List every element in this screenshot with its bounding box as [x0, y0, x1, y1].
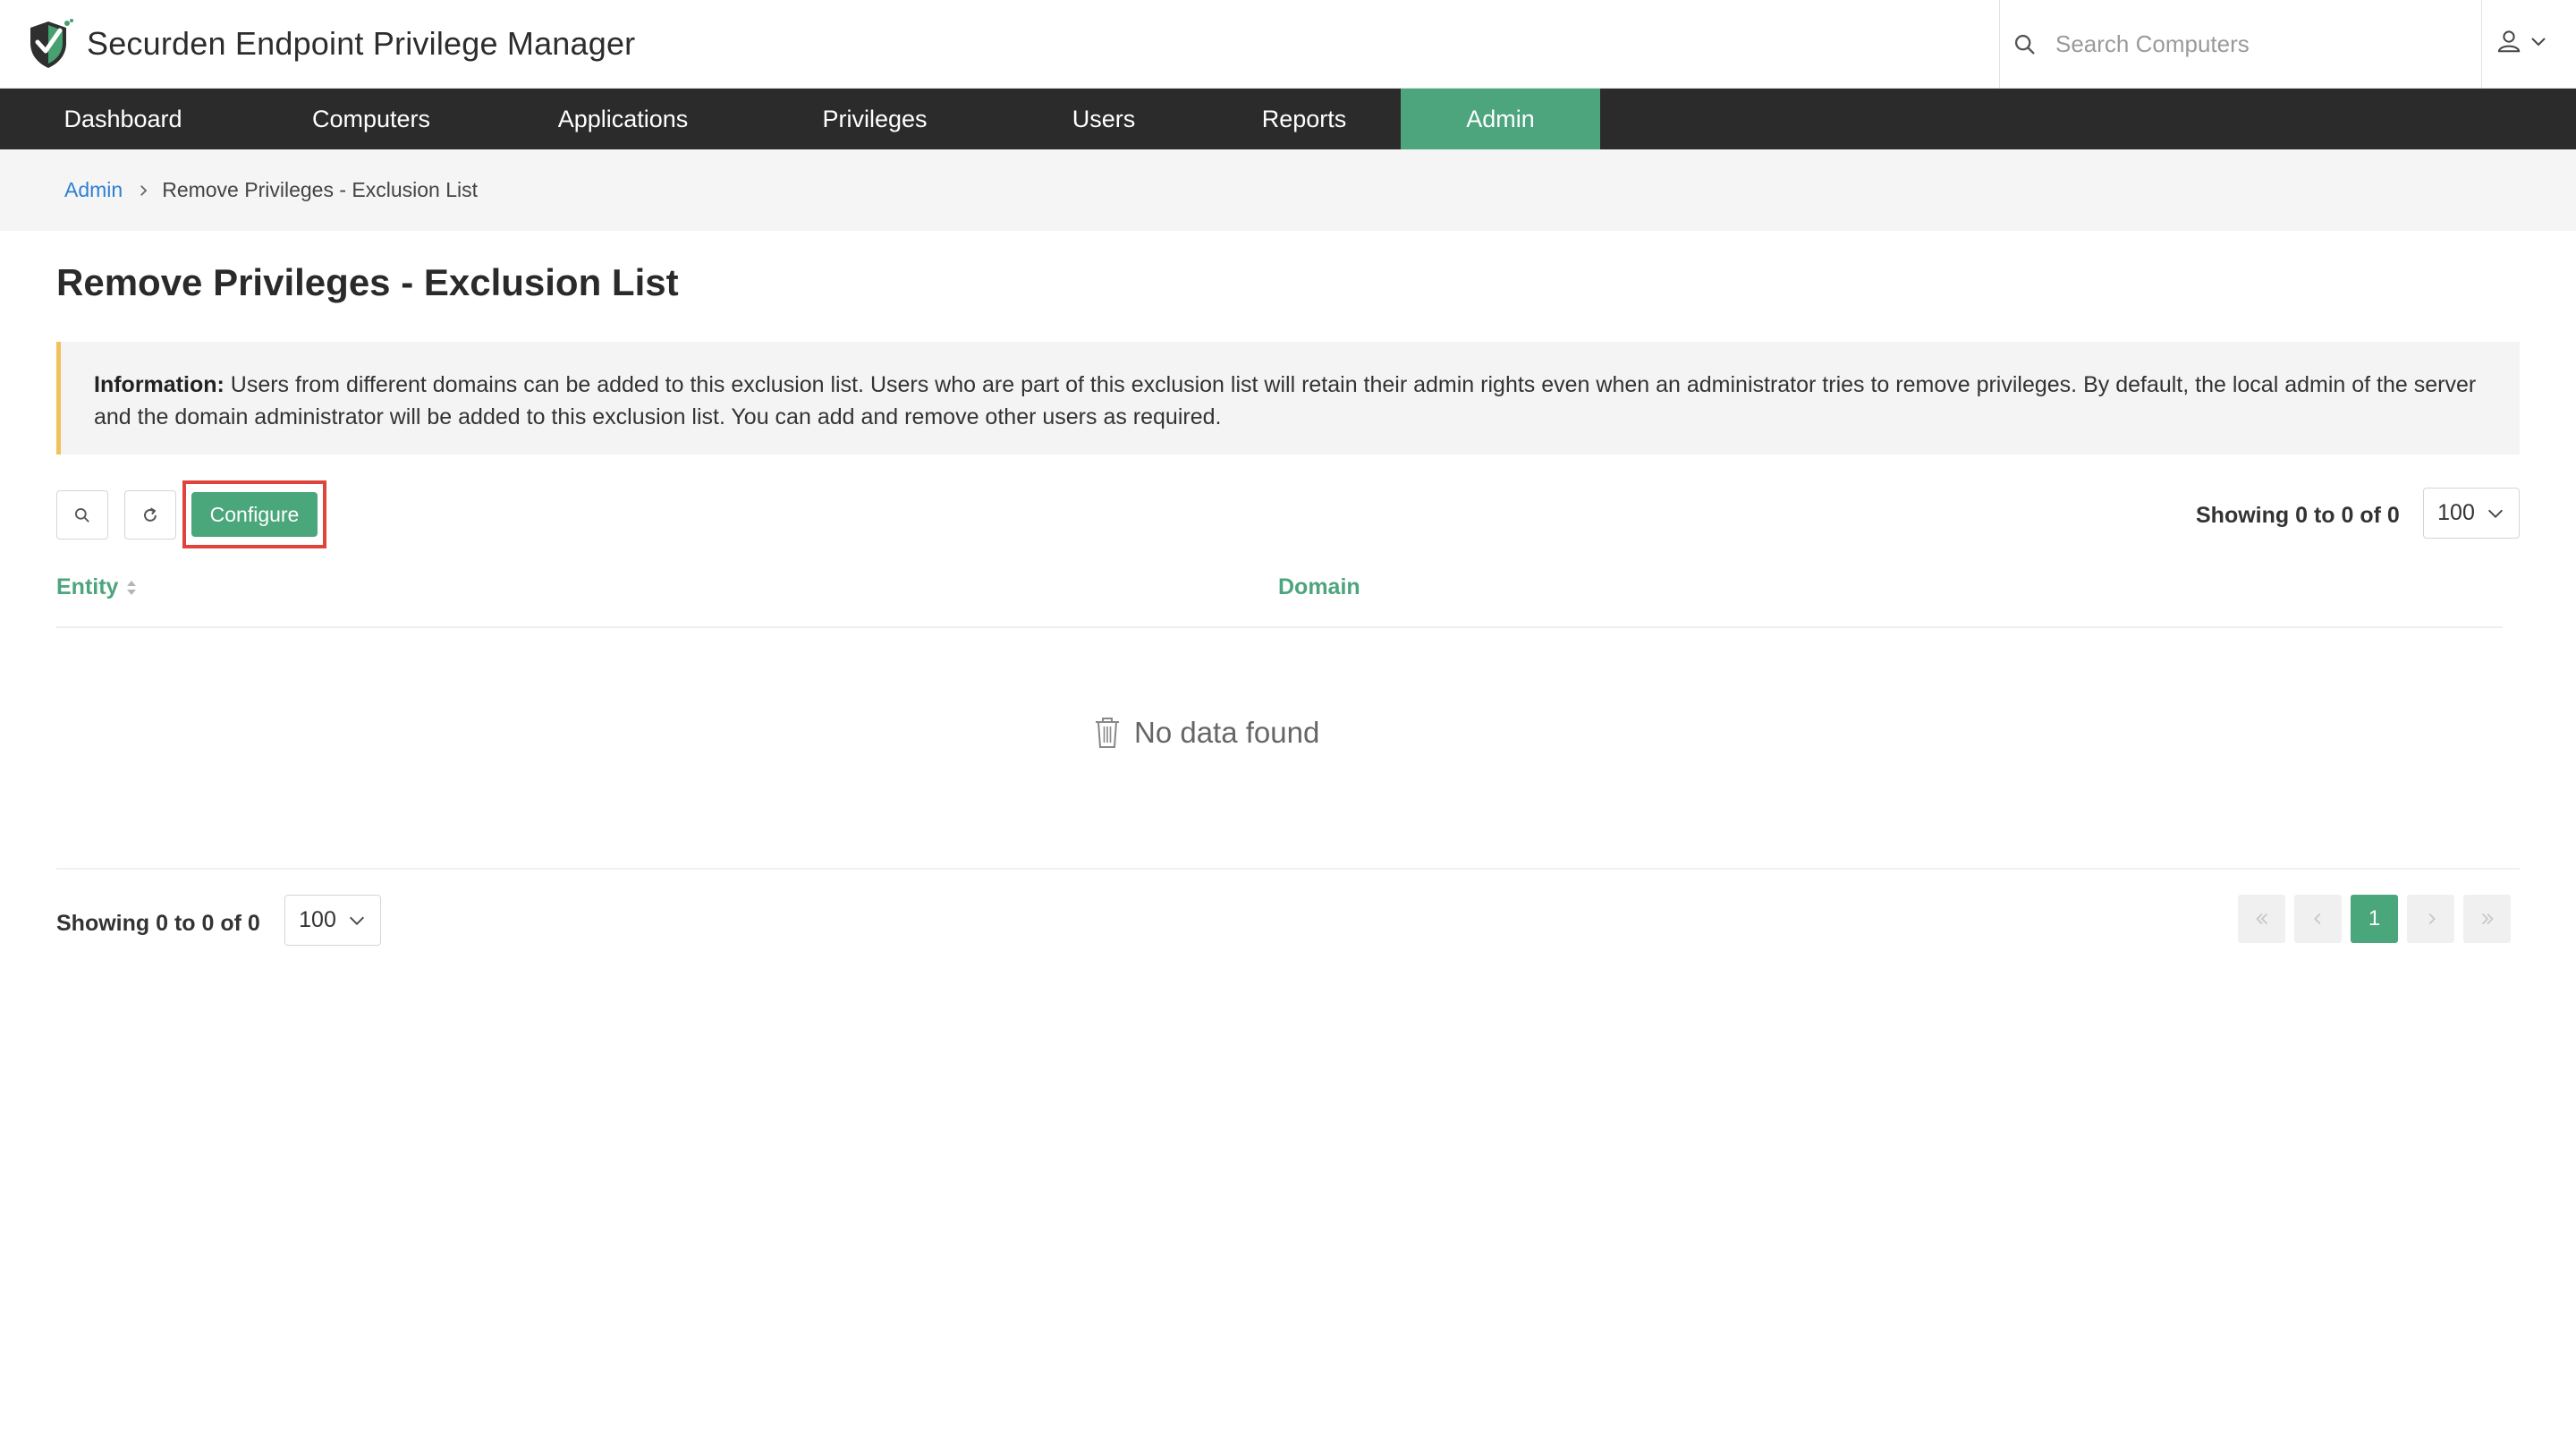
search-computers-input[interactable]: [2055, 30, 2467, 58]
column-entity[interactable]: Entity: [56, 574, 138, 600]
chevron-right-icon: [2428, 913, 2436, 925]
main-nav: Dashboard Computers Applications Privile…: [0, 89, 2576, 149]
search-button[interactable]: [56, 490, 108, 540]
nav-reports[interactable]: Reports: [1208, 89, 1401, 149]
breadcrumb-current: Remove Privileges - Exclusion List: [162, 178, 478, 201]
nav-users[interactable]: Users: [1000, 89, 1208, 149]
configure-button[interactable]: Configure: [191, 492, 318, 537]
chevron-right-icon: [140, 184, 148, 196]
refresh-icon: [144, 506, 157, 522]
page-size-select-bottom[interactable]: 100: [284, 895, 381, 946]
nav-admin[interactable]: Admin: [1401, 89, 1600, 149]
column-entity-label: Entity: [56, 574, 119, 599]
information-label: Information:: [94, 372, 225, 397]
chevron-down-icon: [2531, 38, 2546, 47]
double-chevron-left-icon: [2255, 913, 2267, 925]
nav-privileges[interactable]: Privileges: [750, 89, 1000, 149]
next-page-button[interactable]: [2407, 895, 2454, 943]
empty-state-text: No data found: [1134, 716, 1320, 749]
last-page-button[interactable]: [2463, 895, 2511, 943]
showing-count-top: Showing 0 to 0 of 0: [2196, 503, 2400, 528]
chevron-left-icon: [2313, 913, 2320, 925]
showing-count-bottom: Showing 0 to 0 of 0: [56, 911, 260, 936]
page-title: Remove Privileges - Exclusion List: [56, 261, 679, 303]
pagination: 1: [2238, 895, 2511, 943]
search-computers-box: [1999, 0, 2482, 89]
nav-computers[interactable]: Computers: [246, 89, 496, 149]
table-header: Entity Domain: [56, 564, 2503, 628]
brand[interactable]: Securden Endpoint Privilege Manager: [27, 18, 635, 70]
page-size-value: 100: [2437, 500, 2475, 525]
page-size-value: 100: [299, 907, 336, 932]
previous-page-button[interactable]: [2294, 895, 2342, 943]
nav-applications[interactable]: Applications: [496, 89, 750, 149]
breadcrumb: Admin Remove Privileges - Exclusion List: [0, 149, 2576, 231]
breadcrumb-admin-link[interactable]: Admin: [64, 178, 123, 202]
information-box: Information: Users from different domain…: [56, 342, 2520, 455]
chevron-down-icon: [2487, 509, 2503, 518]
app-title: Securden Endpoint Privilege Manager: [87, 25, 636, 62]
search-icon: [75, 507, 89, 523]
search-icon: [2014, 34, 2035, 54]
shield-logo-icon: [30, 19, 73, 68]
information-text: Users from different domains can be adde…: [94, 372, 2477, 429]
trash-icon: [1096, 718, 1119, 748]
configure-highlight: Configure: [182, 480, 326, 548]
empty-state: No data found: [1093, 716, 1319, 750]
divider: [56, 868, 2520, 870]
nav-dashboard[interactable]: Dashboard: [0, 89, 246, 149]
sort-icon: [127, 580, 137, 595]
first-page-button[interactable]: [2238, 895, 2285, 943]
user-menu[interactable]: [2496, 27, 2549, 55]
page-number-button[interactable]: 1: [2351, 895, 2398, 943]
user-icon: [2497, 30, 2521, 53]
refresh-button[interactable]: [124, 490, 176, 540]
column-domain[interactable]: Domain: [1278, 574, 1360, 600]
double-chevron-right-icon: [2481, 913, 2494, 925]
page-size-select-top[interactable]: 100: [2423, 488, 2520, 539]
column-domain-label: Domain: [1278, 574, 1360, 599]
top-header: Securden Endpoint Privilege Manager: [0, 0, 2576, 89]
chevron-down-icon: [349, 916, 364, 925]
